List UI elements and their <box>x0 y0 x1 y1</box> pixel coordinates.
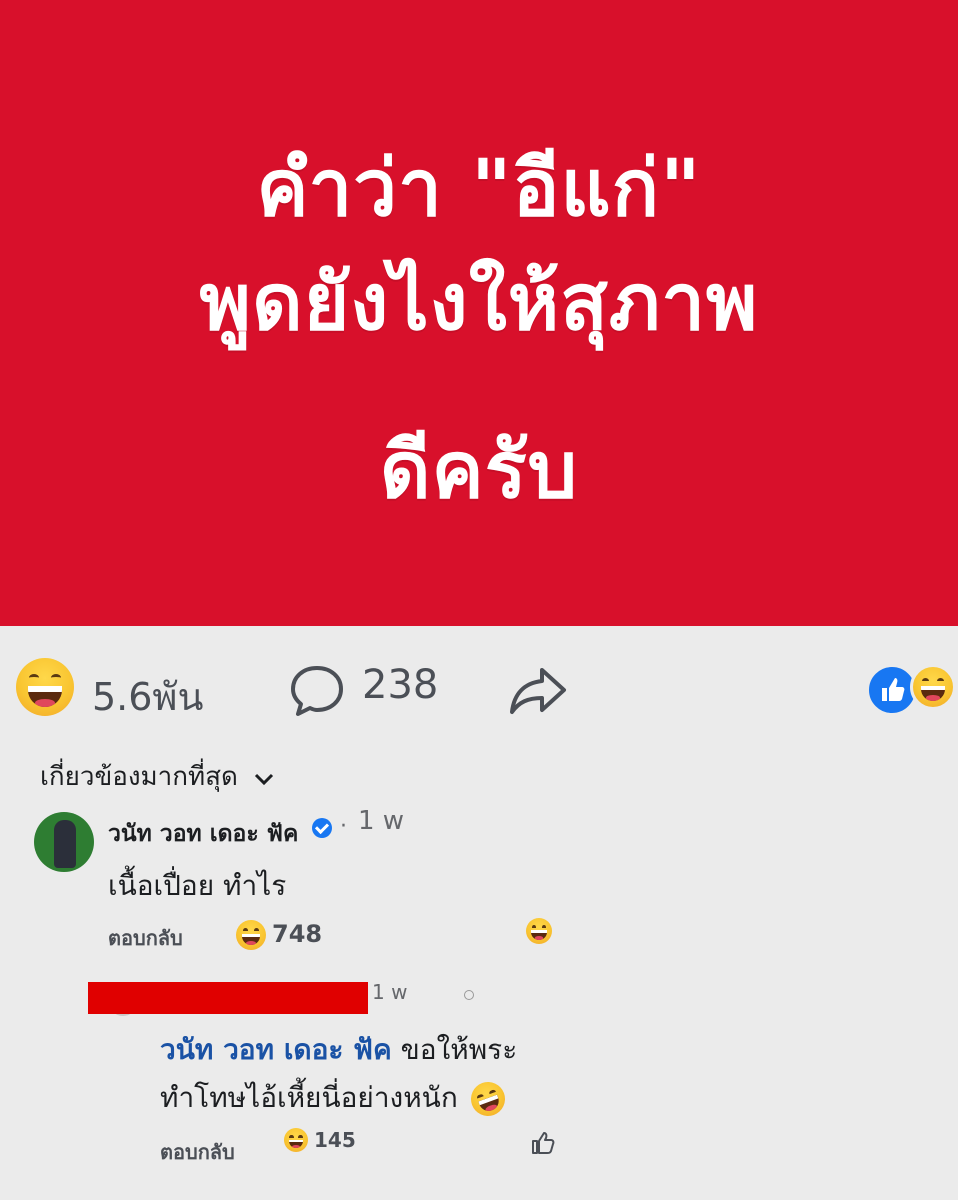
comment-reaction-count[interactable]: 145 <box>314 1128 356 1152</box>
laugh-emoji-icon[interactable] <box>526 918 552 944</box>
chevron-down-icon <box>254 763 274 793</box>
post-action-bar: 5.6พัน 238 <box>0 650 958 730</box>
redaction-bar <box>88 982 368 1014</box>
post-headline-line-2: พูดยังไงให้สุภาพ <box>199 258 759 348</box>
laugh-emoji-icon[interactable] <box>16 658 74 716</box>
post-headline-line-1: คำว่า "อีแก่" <box>256 144 702 234</box>
laugh-emoji-icon <box>284 1128 308 1152</box>
comment-timestamp[interactable]: 1 w <box>372 980 407 1004</box>
separator-dot: · <box>340 814 347 839</box>
laugh-emoji-icon <box>910 664 956 710</box>
avatar[interactable] <box>34 812 94 872</box>
mention-link[interactable]: วนัท วอท เดอะ ฟัค <box>160 1033 392 1066</box>
status-dot <box>464 990 474 1000</box>
rofl-emoji-icon <box>465 1077 510 1121</box>
reaction-count[interactable]: 5.6พัน <box>92 666 203 727</box>
sort-label: เกี่ยวข้องมากที่สุด <box>40 762 238 792</box>
reply-comment-text: วนัท วอท เดอะ ฟัค ขอให้พระทำโทษไอ้เหี้ยน… <box>160 1026 580 1122</box>
share-arrow-icon[interactable] <box>508 664 568 722</box>
comment-count[interactable]: 238 <box>362 662 438 708</box>
comment-author-name[interactable]: วนัท วอท เดอะ ฟัค <box>108 816 298 852</box>
like-thumb-icon[interactable] <box>530 1130 556 1160</box>
post-image[interactable]: คำว่า "อีแก่" พูดยังไงให้สุภาพ ดีครับ <box>0 0 958 626</box>
comment-sort-dropdown[interactable]: เกี่ยวข้องมากที่สุด <box>40 756 274 797</box>
comment-reaction-count[interactable]: 748 <box>272 920 322 948</box>
reply-button[interactable]: ตอบกลับ <box>160 1136 235 1168</box>
comment-text: เนื้อเปื่อย ทำไร <box>108 869 287 902</box>
laugh-emoji-icon <box>236 920 266 950</box>
verified-badge-icon <box>312 818 332 838</box>
comment-bubble-icon[interactable] <box>288 662 346 724</box>
comment-timestamp[interactable]: 1 w <box>358 806 404 836</box>
reply-button[interactable]: ตอบกลับ <box>108 922 183 954</box>
post-headline-line-3: ดีครับ <box>379 426 579 516</box>
